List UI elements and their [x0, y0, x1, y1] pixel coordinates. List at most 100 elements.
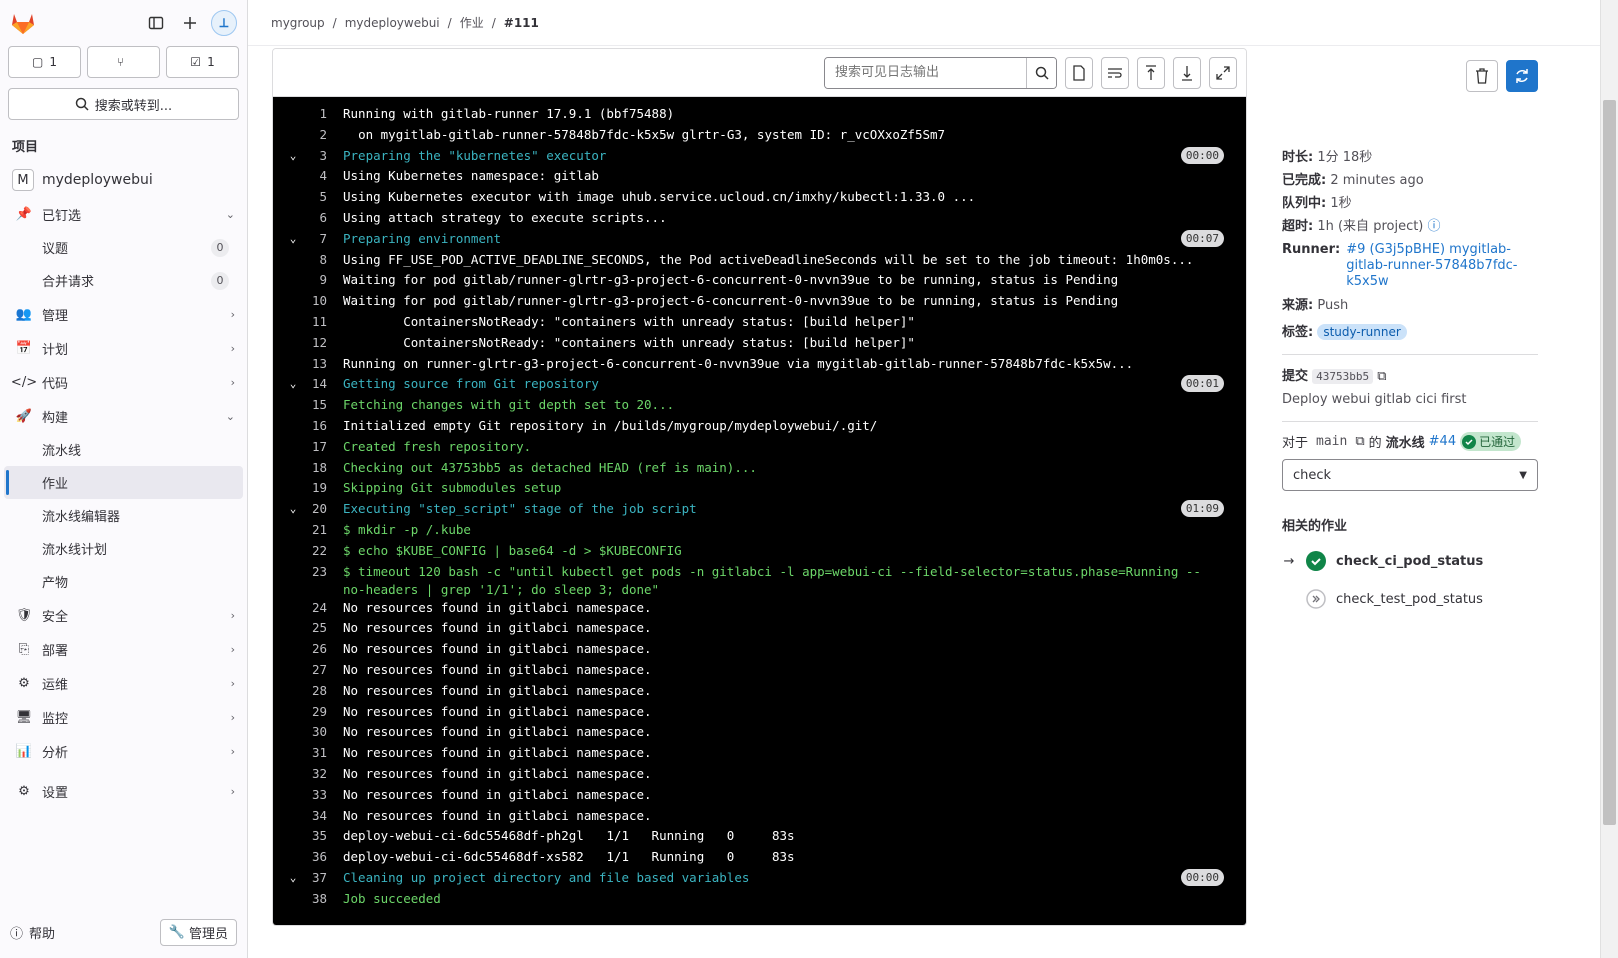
copy-icon[interactable]: ⧉ — [1377, 369, 1386, 384]
line-number[interactable]: 29 — [303, 703, 343, 724]
nav-item-pipelines[interactable]: 流水线 — [0, 433, 243, 466]
project-link[interactable]: Mmydeploywebui — [0, 163, 247, 197]
log-section-header[interactable]: ⌄ 37 Cleaning up project directory and fil… — [273, 868, 1246, 890]
page-scrollbar[interactable] — [1600, 0, 1618, 958]
line-number[interactable]: 19 — [303, 479, 343, 500]
line-number[interactable]: 17 — [303, 438, 343, 459]
fullscreen-button[interactable] — [1209, 56, 1237, 89]
line-number[interactable]: 18 — [303, 459, 343, 480]
copy-icon[interactable]: ⧉ — [1355, 434, 1364, 449]
line-number[interactable]: 31 — [303, 744, 343, 765]
merge-requests-button[interactable]: ⑂ — [87, 46, 160, 78]
line-number[interactable]: 4 — [303, 167, 343, 188]
nav-item-jobs[interactable]: 作业 — [4, 466, 243, 499]
line-number[interactable]: 21 — [303, 521, 343, 542]
line-number[interactable]: 8 — [303, 251, 343, 272]
retry-job-button[interactable] — [1506, 60, 1538, 92]
breadcrumb-jobs[interactable]: 作业 — [460, 14, 484, 31]
log-search-input[interactable] — [825, 57, 1026, 88]
log-search-button[interactable] — [1026, 57, 1056, 88]
breadcrumb-current[interactable]: #111 — [504, 16, 539, 30]
line-number[interactable]: 2 — [303, 126, 343, 147]
runner-link[interactable]: #9 (G3j5pBHE) mygitlab-gitlab-runner-578… — [1346, 238, 1538, 290]
line-number[interactable]: 7 — [303, 230, 343, 251]
scroll-top-button[interactable] — [1137, 56, 1165, 89]
nav-item-pipeline-schedules[interactable]: 流水线计划 — [0, 532, 243, 565]
line-number[interactable]: 23 — [303, 563, 343, 599]
admin-button[interactable]: 🔧 管理员 — [159, 918, 237, 946]
nav-item-artifacts[interactable]: 产物 — [0, 565, 243, 598]
nav-item-issues[interactable]: 议题 0 — [0, 231, 243, 264]
line-number[interactable]: 10 — [303, 292, 343, 313]
line-number[interactable]: 22 — [303, 542, 343, 563]
nav-item-pipeline-editor[interactable]: 流水线编辑器 — [0, 499, 243, 532]
line-number[interactable]: 25 — [303, 619, 343, 640]
nav-analyze[interactable]: 📊 分析 › — [0, 734, 247, 768]
line-number[interactable]: 28 — [303, 682, 343, 703]
line-number[interactable]: 38 — [303, 890, 343, 911]
line-number[interactable]: 3 — [303, 147, 343, 168]
line-number[interactable]: 33 — [303, 786, 343, 807]
toggle-sidebar-icon[interactable] — [143, 10, 169, 36]
line-number[interactable]: 16 — [303, 417, 343, 438]
help-button[interactable]: ⓘ 帮助 — [10, 923, 55, 942]
line-number[interactable]: 24 — [303, 599, 343, 620]
nav-code[interactable]: </> 代码 › — [0, 365, 247, 399]
line-number[interactable]: 14 — [303, 375, 343, 396]
nav-build[interactable]: 🚀 构建 ⌄ — [0, 399, 247, 433]
scroll-bottom-button[interactable] — [1173, 56, 1201, 89]
log-section-header[interactable]: ⌄ 20 Executing "step_script" stage of the … — [273, 500, 1246, 521]
log-section-header[interactable]: ⌄ 3 Preparing the "kubernetes" executor 00:… — [273, 146, 1246, 168]
nav-monitor[interactable]: 🖥 监控 › — [0, 700, 247, 734]
wrap-lines-button[interactable] — [1101, 56, 1129, 89]
nav-item-merge-requests[interactable]: 合并请求 0 — [0, 264, 243, 297]
line-number[interactable]: 36 — [303, 848, 343, 869]
line-number[interactable]: 35 — [303, 827, 343, 848]
erase-job-button[interactable] — [1466, 60, 1498, 92]
raw-log-button[interactable] — [1065, 56, 1093, 89]
related-job[interactable]: → check_ci_pod_status — [1282, 542, 1538, 580]
line-number[interactable]: 27 — [303, 661, 343, 682]
nav-secure[interactable]: 🛡 安全 › — [0, 598, 247, 632]
log-section-header[interactable]: ⌄ 14 Getting source from Git repository 00:… — [273, 375, 1246, 396]
status-badge[interactable]: 已通过 — [1460, 432, 1522, 451]
log-gutter — [283, 786, 303, 807]
line-number[interactable]: 11 — [303, 313, 343, 334]
nav-manage[interactable]: 👥 管理 › — [0, 297, 247, 331]
issue-icon: ▢ — [32, 55, 44, 69]
stage-select[interactable]: check ▼ — [1282, 459, 1538, 491]
nav-operate[interactable]: ⚙ 运维 › — [0, 666, 247, 700]
issues-count-button[interactable]: ▢ 1 — [8, 46, 81, 78]
breadcrumb-group[interactable]: mygroup — [271, 16, 325, 30]
line-number[interactable]: 9 — [303, 271, 343, 292]
nav-plan[interactable]: 📅 计划 › — [0, 331, 247, 365]
nav-pinned[interactable]: 📌 已钉选 ⌄ — [0, 197, 247, 231]
gitlab-logo-icon[interactable] — [10, 10, 36, 36]
question-icon[interactable]: ⓘ — [1428, 219, 1441, 234]
line-number[interactable]: 15 — [303, 396, 343, 417]
user-avatar[interactable]: ⟂ — [211, 10, 237, 36]
breadcrumb-project[interactable]: mydeploywebui — [345, 16, 440, 30]
nav-deploy[interactable]: ⎘ 部署 › — [0, 632, 247, 666]
line-number[interactable]: 34 — [303, 807, 343, 828]
line-number[interactable]: 6 — [303, 209, 343, 230]
line-number[interactable]: 37 — [303, 869, 343, 890]
line-number[interactable]: 20 — [303, 500, 343, 521]
line-number[interactable]: 30 — [303, 723, 343, 744]
search-button[interactable]: 搜索或转到... — [8, 88, 239, 120]
todos-count-button[interactable]: ☑ 1 — [166, 46, 239, 78]
commit-sha[interactable]: 43753bb5 — [1312, 369, 1374, 384]
line-number[interactable]: 1 — [303, 105, 343, 126]
log-section-header[interactable]: ⌄ 7 Preparing environment 00:07 — [273, 229, 1246, 251]
plus-icon[interactable] — [177, 10, 203, 36]
line-number[interactable]: 13 — [303, 355, 343, 376]
line-number[interactable]: 26 — [303, 640, 343, 661]
scrollbar-thumb[interactable] — [1603, 100, 1616, 825]
branch-name[interactable]: main — [1312, 433, 1351, 450]
nav-settings[interactable]: ⚙ 设置 › — [0, 774, 247, 808]
line-number[interactable]: 12 — [303, 334, 343, 355]
line-number[interactable]: 32 — [303, 765, 343, 786]
pipeline-link[interactable]: #44 — [1429, 434, 1456, 449]
related-job[interactable]: check_test_pod_status — [1282, 580, 1538, 618]
line-number[interactable]: 5 — [303, 188, 343, 209]
